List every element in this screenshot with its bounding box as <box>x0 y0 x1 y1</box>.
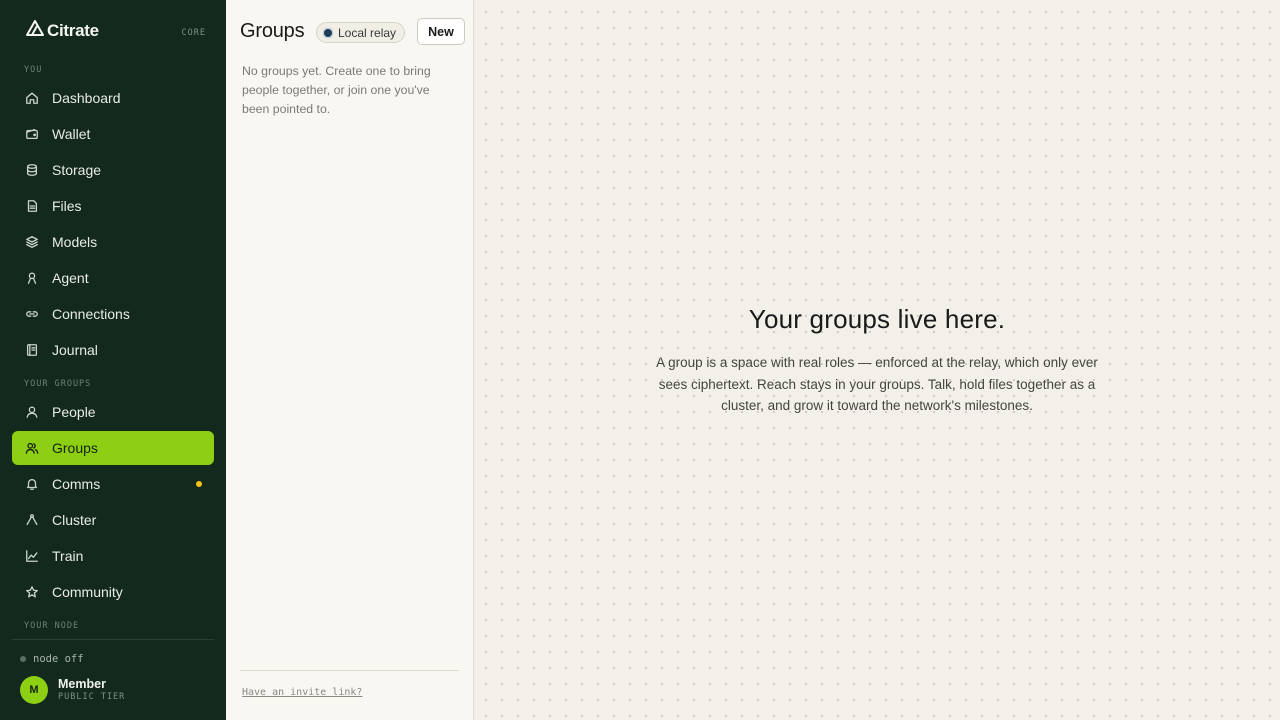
page-title: Groups <box>240 20 305 42</box>
node-status-label: node off <box>33 653 84 665</box>
relay-status-dot <box>324 28 332 37</box>
person-icon <box>24 404 40 420</box>
journal-icon <box>24 342 40 358</box>
layers-icon <box>24 234 40 250</box>
link-icon <box>24 306 40 322</box>
star-icon <box>24 584 40 600</box>
sidebar-divider <box>12 639 214 640</box>
sidebar-item-label: Storage <box>52 162 102 178</box>
users-icon <box>24 440 40 456</box>
sidebar-item-groups[interactable]: Groups <box>12 431 214 465</box>
sidebar-item-people[interactable]: People <box>12 395 214 429</box>
sidebar-item-label: Community <box>52 584 123 600</box>
file-icon <box>24 198 40 214</box>
sidebar-item-wallet[interactable]: Wallet <box>12 117 214 151</box>
user-profile[interactable]: M Member PUBLIC TIER <box>20 676 125 704</box>
wallet-icon <box>24 126 40 142</box>
sidebar-item-connections[interactable]: Connections <box>12 297 214 331</box>
sidebar-item-label: Groups <box>52 440 98 456</box>
database-icon <box>24 162 40 178</box>
brand-name: Citrate <box>47 20 99 40</box>
panel-divider <box>240 670 459 671</box>
empty-state-text: No groups yet. Create one to bring peopl… <box>242 64 431 116</box>
sidebar-item-label: People <box>52 404 96 420</box>
node-status: node off <box>20 653 84 665</box>
home-icon <box>24 90 40 106</box>
sidebar-item-label: Comms <box>52 476 101 492</box>
sidebar-item-label: Dashboard <box>52 90 121 106</box>
user-info: Member PUBLIC TIER <box>58 677 125 704</box>
sidebar-item-train[interactable]: Train <box>12 539 214 573</box>
sidebar-item-label: Train <box>52 548 84 564</box>
bell-icon <box>24 476 40 492</box>
sidebar-item-label: Connections <box>52 306 130 322</box>
empty-state-description: A group is a space with real roles — enf… <box>656 355 1098 413</box>
cluster-icon <box>24 512 40 528</box>
avatar: M <box>20 676 48 704</box>
relay-badge[interactable]: Local relay <box>316 22 406 43</box>
notification-dot <box>196 481 202 487</box>
invite-link[interactable]: Have an invite link? <box>242 687 362 698</box>
sidebar-item-journal[interactable]: Journal <box>12 333 214 367</box>
section-label-you: YOU <box>24 65 43 75</box>
user-tier: PUBLIC TIER <box>58 691 126 702</box>
sidebar-item-dashboard[interactable]: Dashboard <box>12 81 214 115</box>
sidebar: Citrate CORE YOU Dashboard Wallet Storag… <box>0 0 226 720</box>
user-name: Member <box>58 676 106 691</box>
sidebar-item-files[interactable]: Files <box>12 189 214 223</box>
sidebar-item-community[interactable]: Community <box>12 575 214 609</box>
core-tag: CORE <box>181 28 206 38</box>
sidebar-item-label: Agent <box>52 270 89 286</box>
sidebar-item-comms[interactable]: Comms <box>12 467 214 501</box>
empty-state-title: Your groups live here. <box>748 304 1006 334</box>
section-label-node: YOUR NODE <box>24 621 80 631</box>
sidebar-item-label: Files <box>52 198 82 214</box>
node-status-dot <box>20 656 26 662</box>
sidebar-item-label: Journal <box>52 342 98 358</box>
sidebar-item-storage[interactable]: Storage <box>12 153 214 187</box>
sidebar-item-label: Cluster <box>52 512 97 528</box>
sidebar-item-models[interactable]: Models <box>12 225 214 259</box>
groups-panel: Groups Local relay New No groups yet. Cr… <box>226 0 474 720</box>
sidebar-item-label: Models <box>52 234 98 250</box>
agent-icon <box>24 270 40 286</box>
brand[interactable]: Citrate <box>26 20 99 41</box>
chart-line-icon <box>24 548 40 564</box>
sidebar-item-agent[interactable]: Agent <box>12 261 214 295</box>
sidebar-item-label: Wallet <box>52 126 91 142</box>
section-label-groups: YOUR GROUPS <box>24 379 92 389</box>
citrate-logo-icon <box>26 20 44 41</box>
sidebar-item-cluster[interactable]: Cluster <box>12 503 214 537</box>
relay-label: Local relay <box>338 25 397 40</box>
new-group-button[interactable]: New <box>417 18 465 45</box>
main-canvas: Your groups live here. A group is a spac… <box>474 0 1280 720</box>
